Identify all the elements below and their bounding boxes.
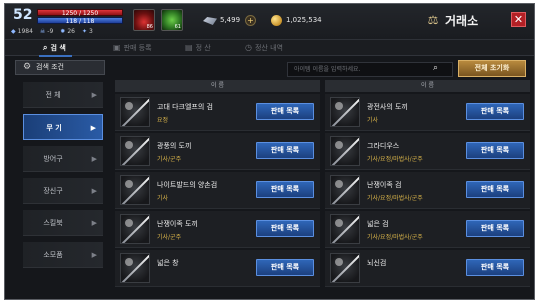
category-armor[interactable]: 방어구 ▶: [23, 146, 103, 172]
red-potion-icon[interactable]: 86: [133, 9, 155, 31]
reset-all-button[interactable]: 전체 초기화: [458, 60, 526, 77]
item-search-input[interactable]: 아이템 이름을 입력하세요.: [287, 62, 453, 77]
stat-sword: ✦ 3: [81, 28, 93, 35]
category-accessory[interactable]: 장신구 ▶: [23, 178, 103, 204]
window-title: 거래소: [445, 14, 479, 28]
gold-amount: 1,025,534: [286, 16, 322, 24]
chevron-right-icon: ▶: [91, 187, 97, 195]
mp-bar: 118 / 118: [37, 17, 123, 25]
register-icon: ▣: [113, 43, 121, 52]
weapon-icon: [330, 97, 360, 127]
sell-list-button[interactable]: 판매 목록: [466, 259, 524, 276]
sell-list-button[interactable]: 판매 목록: [256, 220, 314, 237]
sell-list-button[interactable]: 판매 목록: [256, 181, 314, 198]
list-item: 난쟁이족 검 기사/요정/마법사/군주 판매 목록: [325, 172, 530, 209]
stat-fire: ✹ 26: [60, 28, 75, 35]
weapon-icon: [120, 136, 150, 166]
sell-list-button[interactable]: 판매 목록: [466, 142, 524, 159]
column-header-name: 이 름: [325, 80, 530, 92]
fire-icon: ✹: [60, 28, 66, 35]
column-header-name: 이 름: [115, 80, 320, 92]
category-weapon[interactable]: 무 기 ▶: [23, 114, 103, 140]
weapon-icon: [120, 214, 150, 244]
chevron-right-icon: ▶: [90, 124, 96, 132]
chevron-right-icon: ▶: [91, 219, 97, 227]
item-list: 이 름 이 름 고대 다크엘프의 검 요정 판매 목록 광전사의 도끼 기사 판…: [115, 80, 533, 299]
category-skillbook[interactable]: 스킬북 ▶: [23, 210, 103, 236]
scale-icon: ⚖: [427, 13, 439, 27]
tab-search[interactable]: ⌕ 검 색: [39, 41, 72, 57]
category-sidebar: ⚙ 검색 조건 전 체 ▶ 무 기 ▶ 방어구 ▶ 장신구 ▶ 스킬북 ▶ 소모품 ▶: [15, 57, 107, 299]
sell-list-button[interactable]: 판매 목록: [466, 181, 524, 198]
list-item: 그라디우스 기사/요정/마법사/군주 판매 목록: [325, 133, 530, 170]
weapon-icon: [120, 97, 150, 127]
tab-settle[interactable]: ▤ 정 산: [185, 41, 211, 55]
sell-list-button[interactable]: 판매 목록: [256, 259, 314, 276]
weapon-icon: [330, 214, 360, 244]
category-consumable[interactable]: 소모품 ▶: [23, 242, 103, 268]
hp-bar: 1250 / 1250: [37, 9, 123, 17]
weapon-icon: [330, 136, 360, 166]
close-icon: ✕: [513, 13, 524, 26]
gem-icon: [203, 17, 217, 25]
green-leaf-icon[interactable]: 61: [161, 9, 183, 31]
history-icon: ◷: [245, 43, 252, 52]
search-icon: ⌕: [43, 43, 48, 52]
weapon-icon: [120, 175, 150, 205]
exchange-window: 52 1250 / 1250 118 / 118 ◆ 1984 ☠ -9 ✹ 26 ✦…: [4, 3, 535, 300]
player-level: 52: [13, 7, 33, 23]
sell-list-button[interactable]: 판매 목록: [256, 103, 314, 120]
tab-sell-register[interactable]: ▣ 판매 등록: [113, 41, 152, 55]
close-button[interactable]: ✕: [511, 12, 526, 27]
sell-list-button[interactable]: 판매 목록: [466, 220, 524, 237]
gold-coin-icon: [271, 15, 282, 26]
list-item: 나이트발드의 양손검 기사 판매 목록: [115, 172, 320, 209]
list-item: 뇌신검 판매 목록: [325, 250, 530, 287]
list-item: 넓은 창 판매 목록: [115, 250, 320, 287]
sell-list-button[interactable]: 판매 목록: [256, 142, 314, 159]
weapon-icon: [330, 175, 360, 205]
crystal-icon: ◆: [11, 28, 16, 35]
search-icon[interactable]: ⌕: [433, 63, 438, 73]
list-item: 고대 다크엘프의 검 요정 판매 목록: [115, 94, 320, 131]
list-item: 광전사의 도끼 기사 판매 목록: [325, 94, 530, 131]
sword-icon: ✦: [81, 28, 87, 35]
list-item: 난쟁이족 도끼 기사/군주 판매 목록: [115, 211, 320, 248]
chevron-right-icon: ▶: [91, 251, 97, 259]
sell-list-button[interactable]: 판매 목록: [466, 103, 524, 120]
list-item: 광풍의 도끼 기사/군주 판매 목록: [115, 133, 320, 170]
stat-skull: ☠ -9: [39, 28, 54, 35]
tab-settle-history[interactable]: ◷ 정산 내역: [245, 41, 283, 55]
player-stats: ◆ 1984 ☠ -9 ✹ 26 ✦ 3: [11, 27, 141, 37]
chevron-right-icon: ▶: [91, 155, 97, 163]
chevron-right-icon: ▶: [91, 91, 97, 99]
skull-icon: ☠: [39, 28, 46, 35]
settle-icon: ▤: [185, 43, 193, 52]
stat-crystal: ◆ 1984: [11, 28, 33, 35]
tab-bar: ⌕ 검 색 ▣ 판매 등록 ▤ 정 산 ◷ 정산 내역: [5, 40, 534, 57]
list-item: 넓은 검 기사/요정/마법사/군주 판매 목록: [325, 211, 530, 248]
category-all[interactable]: 전 체 ▶: [23, 82, 103, 108]
add-currency-button[interactable]: +: [245, 15, 256, 26]
gem-amount: 5,499: [220, 16, 241, 24]
weapon-icon: [120, 253, 150, 283]
weapon-icon: [330, 253, 360, 283]
status-bar: 52 1250 / 1250 118 / 118 ◆ 1984 ☠ -9 ✹ 26 ✦…: [5, 4, 534, 40]
gear-icon: ⚙: [23, 62, 32, 72]
search-conditions-button[interactable]: ⚙ 검색 조건: [15, 60, 105, 75]
